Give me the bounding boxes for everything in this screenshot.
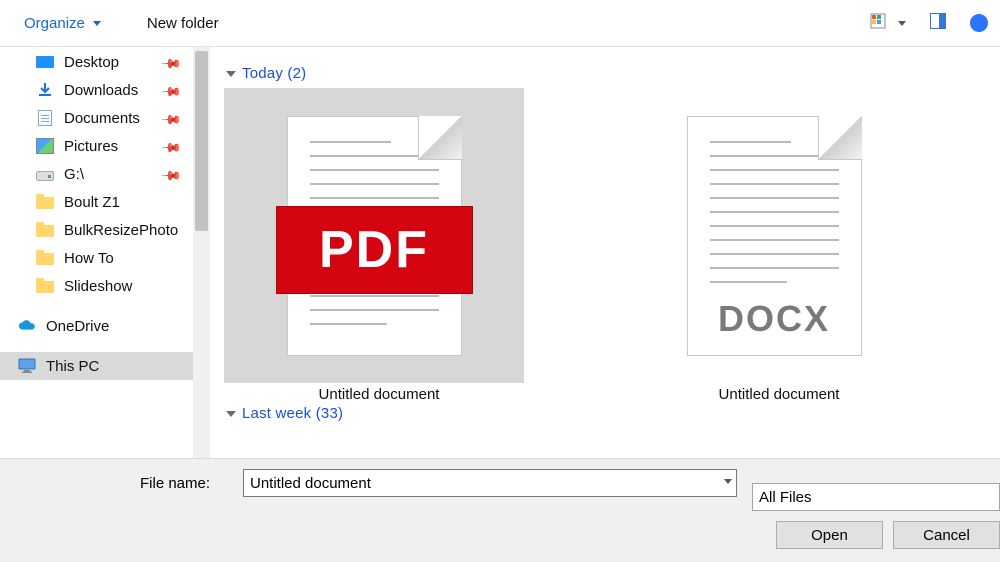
sidebar-item-label: This PC (46, 358, 99, 375)
view-dropdown-icon[interactable] (898, 21, 906, 26)
sidebar-item-label: G:\ (64, 166, 84, 183)
view-icon[interactable] (870, 13, 886, 33)
filename-input[interactable] (244, 470, 736, 496)
sidebar-item-bulkresize[interactable]: BulkResizePhoto (0, 216, 193, 244)
docx-badge: DOCX (688, 298, 861, 340)
file-type-filter[interactable]: All Files (752, 483, 1000, 511)
preview-pane-icon[interactable] (930, 13, 946, 33)
chevron-down-icon (93, 21, 101, 26)
chevron-down-icon (226, 71, 236, 77)
sidebar-item-boult-z1[interactable]: Boult Z1 (0, 188, 193, 216)
sidebar-item-howto[interactable]: How To (0, 244, 193, 272)
sidebar-item-label: BulkResizePhoto (64, 222, 178, 239)
help-icon[interactable] (970, 14, 988, 32)
dialog-bottom-panel: File name: All Files Open Cancel (0, 458, 1000, 562)
group-header-lastweek[interactable]: Last week (33) (226, 405, 1000, 422)
file-list-area: Today (2) PDF Untitled document (210, 47, 1000, 458)
pin-icon: 📌 (160, 53, 183, 76)
organize-button[interactable]: Organize (16, 9, 109, 38)
pin-icon: 📌 (160, 109, 183, 132)
sidebar-item-label: Boult Z1 (64, 194, 120, 211)
this-pc-icon (18, 358, 36, 374)
group-label: Last week (33) (242, 405, 343, 422)
chevron-down-icon (724, 479, 732, 484)
sidebar-item-documents[interactable]: Documents 📌 (0, 104, 193, 132)
sidebar: Desktop 📌 Downloads 📌 Documents 📌 Pictur… (0, 47, 193, 458)
sidebar-item-slideshow[interactable]: Slideshow (0, 272, 193, 300)
pin-icon: 📌 (160, 137, 183, 160)
sidebar-item-downloads[interactable]: Downloads 📌 (0, 76, 193, 104)
folder-icon (36, 253, 54, 265)
sidebar-item-label: Downloads (64, 82, 138, 99)
organize-label: Organize (24, 15, 85, 32)
toolbar: Organize New folder (0, 0, 1000, 47)
sidebar-item-desktop[interactable]: Desktop 📌 (0, 48, 193, 76)
file-item-docx[interactable]: DOCX Untitled document (624, 88, 934, 403)
onedrive-icon (18, 318, 36, 334)
pdf-file-icon: PDF (287, 116, 462, 356)
new-folder-label: New folder (147, 15, 219, 32)
scrollbar-thumb[interactable] (195, 51, 208, 231)
sidebar-scrollbar[interactable] (193, 47, 210, 458)
filename-combobox[interactable] (243, 469, 737, 497)
drive-icon (36, 171, 54, 181)
file-caption: Untitled document (624, 386, 934, 403)
pin-icon: 📌 (160, 81, 183, 104)
sidebar-item-label: Pictures (64, 138, 118, 155)
sidebar-item-label: Slideshow (64, 278, 132, 295)
sidebar-item-pictures[interactable]: Pictures 📌 (0, 132, 193, 160)
folder-icon (36, 197, 54, 209)
new-folder-button[interactable]: New folder (139, 9, 227, 38)
group-header-today[interactable]: Today (2) (226, 65, 1000, 82)
pin-icon: 📌 (160, 165, 183, 188)
group-label: Today (2) (242, 65, 306, 82)
sidebar-item-label: Documents (64, 110, 140, 127)
sidebar-item-label: Desktop (64, 54, 119, 71)
cancel-button[interactable]: Cancel (893, 521, 1000, 549)
file-item-pdf[interactable]: PDF Untitled document (224, 88, 534, 403)
sidebar-item-drive-g[interactable]: G:\ 📌 (0, 160, 193, 188)
downloads-icon (36, 82, 54, 98)
folder-icon (36, 281, 54, 293)
file-caption: Untitled document (224, 386, 534, 403)
docx-file-icon: DOCX (687, 116, 862, 356)
folder-icon (36, 225, 54, 237)
sidebar-item-onedrive[interactable]: OneDrive (0, 312, 193, 340)
sidebar-item-this-pc[interactable]: This PC (0, 352, 193, 380)
filter-label: All Files (759, 489, 812, 506)
pictures-icon (36, 138, 54, 154)
sidebar-item-label: OneDrive (46, 318, 109, 335)
chevron-down-icon (226, 411, 236, 417)
filename-label: File name: (140, 475, 210, 492)
desktop-icon (36, 56, 54, 68)
sidebar-item-label: How To (64, 250, 114, 267)
pdf-badge: PDF (276, 206, 473, 294)
documents-icon (38, 110, 52, 126)
open-button[interactable]: Open (776, 521, 883, 549)
